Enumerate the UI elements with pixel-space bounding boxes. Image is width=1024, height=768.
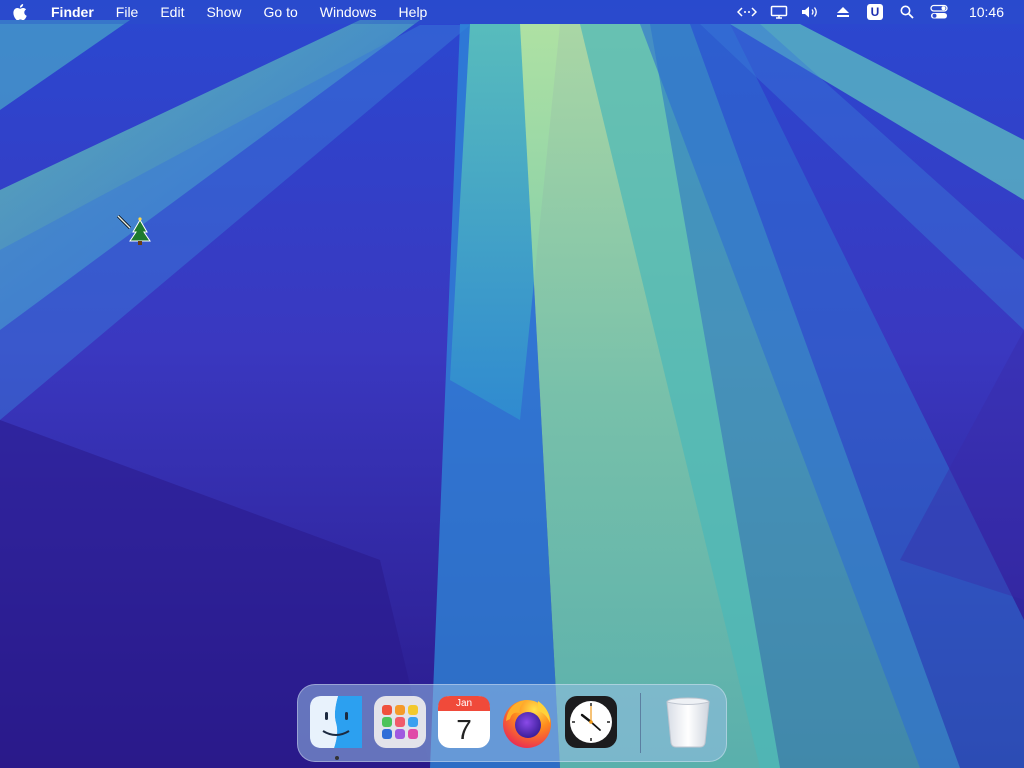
menu-help[interactable]: Help bbox=[388, 0, 439, 24]
dock: Jan 7 bbox=[297, 684, 727, 762]
eject-icon[interactable] bbox=[827, 0, 859, 24]
display-icon[interactable] bbox=[763, 0, 795, 24]
u-badge-label: U bbox=[866, 4, 883, 20]
finder-running-indicator bbox=[335, 756, 339, 760]
christmas-tree-cursor-icon bbox=[116, 214, 151, 245]
calendar-day-label: 7 bbox=[456, 714, 472, 745]
menu-go-to[interactable]: Go to bbox=[253, 0, 309, 24]
launchpad-icon[interactable] bbox=[373, 695, 427, 749]
finder-icon[interactable] bbox=[309, 695, 363, 749]
menu-app-name[interactable]: Finder bbox=[40, 0, 105, 24]
menu-file[interactable]: File bbox=[105, 0, 150, 24]
calendar-month-label: Jan bbox=[455, 698, 473, 709]
menu-windows[interactable]: Windows bbox=[309, 0, 388, 24]
trash-icon[interactable] bbox=[661, 695, 715, 749]
firefox-icon[interactable] bbox=[500, 695, 554, 749]
dock-divider bbox=[640, 693, 641, 753]
menu-bar: Finder File Edit Show Go to Windows Help… bbox=[0, 0, 1024, 24]
apple-menu-icon[interactable] bbox=[0, 0, 40, 24]
calendar-icon[interactable]: Jan 7 bbox=[437, 695, 491, 749]
search-icon[interactable] bbox=[891, 0, 923, 24]
u-badge-icon[interactable]: U bbox=[859, 0, 891, 24]
desktop[interactable]: Finder File Edit Show Go to Windows Help… bbox=[0, 0, 1024, 768]
clock-app-icon[interactable] bbox=[564, 695, 618, 749]
volume-icon[interactable] bbox=[795, 0, 827, 24]
menu-show[interactable]: Show bbox=[195, 0, 252, 24]
code-icon[interactable] bbox=[731, 0, 763, 24]
control-center-icon[interactable] bbox=[923, 0, 955, 24]
menu-clock[interactable]: 10:46 bbox=[955, 4, 1004, 20]
wallpaper bbox=[0, 0, 1024, 768]
menu-edit[interactable]: Edit bbox=[149, 0, 195, 24]
